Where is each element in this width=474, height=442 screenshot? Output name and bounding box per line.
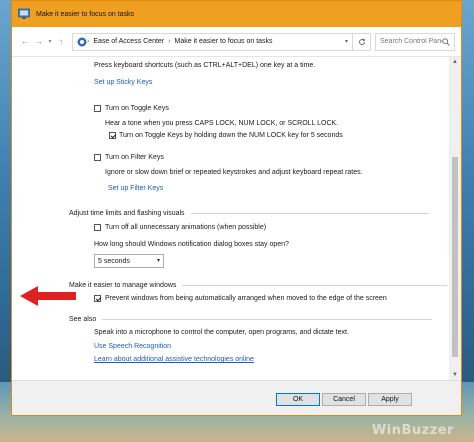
toggle-keys-hold-checkbox[interactable]: [109, 132, 116, 139]
up-arrow-icon[interactable]: ↑: [54, 35, 68, 49]
watermark: WinBuzzer: [371, 423, 454, 438]
manage-windows-heading: Make it easier to manage windows: [69, 282, 177, 289]
content-pane: Press keyboard shortcuts (such as CTRL+A…: [12, 57, 451, 380]
vertical-scrollbar[interactable]: ▲ ▼: [449, 57, 461, 380]
filter-keys-checkbox[interactable]: [94, 154, 101, 161]
sticky-keys-link[interactable]: Set up Sticky Keys: [94, 79, 152, 86]
notification-duration-select[interactable]: 5 seconds ▾: [94, 254, 164, 268]
breadcrumb-current[interactable]: Make it easier to focus on tasks: [175, 38, 273, 45]
manage-windows-section: Make it easier to manage windows: [69, 282, 448, 289]
toggle-keys-label[interactable]: Turn on Toggle Keys: [105, 105, 169, 112]
search-box[interactable]: [375, 32, 455, 51]
toggle-keys-hold-label[interactable]: Turn on Toggle Keys by holding down the …: [119, 132, 343, 139]
section-divider: [182, 285, 448, 286]
scroll-up-icon[interactable]: ▲: [449, 57, 461, 67]
filter-keys-label[interactable]: Turn on Filter Keys: [105, 154, 164, 161]
assistive-tech-link[interactable]: Learn about additional assistive technol…: [94, 356, 254, 363]
toggle-keys-description: Hear a tone when you press CAPS LOCK, NU…: [105, 120, 339, 127]
time-limits-heading: Adjust time limits and flashing visuals: [69, 210, 185, 217]
notification-question: How long should Windows notification dia…: [94, 241, 289, 248]
chevron-down-icon: ▾: [156, 258, 160, 264]
prevent-arrange-label[interactable]: Prevent windows from being automatically…: [105, 295, 387, 302]
animations-label[interactable]: Turn off all unnecessary animations (whe…: [105, 224, 266, 231]
button-bar: OK Cancel Apply: [12, 380, 461, 415]
title-bar: Make it easier to focus on tasks: [12, 1, 461, 27]
breadcrumb-ease-of-access[interactable]: Ease of Access Center: [93, 38, 164, 45]
control-panel-icon: [18, 8, 30, 19]
sticky-keys-description: Press keyboard shortcuts (such as CTRL+A…: [94, 62, 316, 69]
scrollbar-thumb[interactable]: [452, 157, 458, 357]
scroll-down-icon[interactable]: ▼: [449, 370, 461, 380]
speech-description: Speak into a microphone to control the c…: [94, 329, 349, 336]
toggle-keys-checkbox[interactable]: [94, 105, 101, 112]
red-arrow-icon: [20, 286, 76, 306]
back-arrow-icon[interactable]: ←: [18, 35, 32, 49]
window-title: Make it easier to focus on tasks: [36, 10, 135, 18]
chevron-down-icon[interactable]: ▾: [46, 35, 54, 49]
filter-keys-description: Ignore or slow down brief or repeated ke…: [105, 169, 363, 176]
control-panel-window: Make it easier to focus on tasks ← → ▾ ↑…: [11, 0, 462, 416]
time-limits-section: Adjust time limits and flashing visuals: [69, 210, 429, 217]
refresh-button[interactable]: [353, 32, 371, 51]
search-input[interactable]: [380, 38, 442, 45]
search-icon[interactable]: [442, 37, 450, 46]
address-bar: ← → ▾ ↑ › Ease of Access Center › Make i…: [12, 27, 461, 57]
ok-button[interactable]: OK: [276, 393, 320, 406]
cancel-button[interactable]: Cancel: [322, 393, 366, 406]
refresh-icon: [358, 37, 365, 45]
forward-arrow-icon[interactable]: →: [32, 35, 46, 49]
chevron-down-icon[interactable]: ▾: [345, 38, 348, 45]
filter-keys-link[interactable]: Set up Filter Keys: [108, 185, 163, 192]
see-also-heading: See also: [69, 316, 97, 323]
breadcrumb-separator: ›: [87, 38, 90, 45]
section-divider: [102, 319, 433, 320]
section-divider: [190, 213, 429, 214]
prevent-arrange-checkbox[interactable]: [94, 295, 101, 302]
apply-button[interactable]: Apply: [368, 393, 412, 406]
breadcrumb-separator: ›: [168, 38, 171, 45]
control-panel-icon: [77, 37, 87, 46]
breadcrumb[interactable]: › Ease of Access Center › Make it easier…: [72, 32, 353, 51]
see-also-section: See also: [69, 316, 433, 323]
speech-recognition-link[interactable]: Use Speech Recognition: [94, 343, 171, 350]
animations-checkbox[interactable]: [94, 224, 101, 231]
notification-duration-value: 5 seconds: [98, 257, 130, 265]
